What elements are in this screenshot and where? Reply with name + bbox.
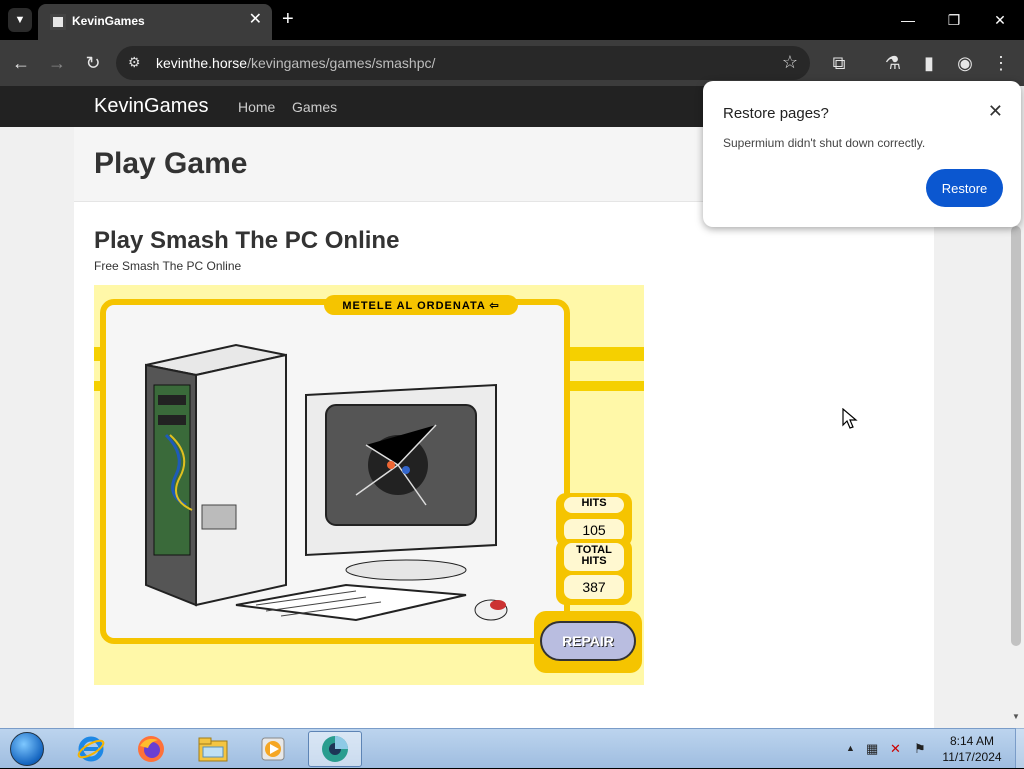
clock-time[interactable]: 8:14 AM	[936, 734, 1008, 748]
restore-pages-dialog: Restore pages? ✕ Supermium didn't shut d…	[703, 81, 1021, 227]
total-hits-value: 387	[564, 575, 624, 599]
close-window-button[interactable]: ✕	[988, 8, 1012, 32]
tab-strip: ▼ KevinGames ✕ + — ❐ ✕	[0, 0, 1024, 40]
smashed-pc-illustration[interactable]	[106, 305, 564, 638]
repair-button[interactable]: REPAIR	[534, 611, 642, 673]
hits-value: 105	[564, 519, 624, 541]
game-frame	[100, 299, 570, 644]
menu-kebab-icon[interactable]: ⋮	[990, 52, 1012, 74]
tab-close-icon[interactable]: ✕	[249, 12, 262, 28]
new-tab-button[interactable]: +	[282, 8, 294, 30]
show-hidden-icons-chevron-icon[interactable]: ▲	[846, 743, 855, 753]
game-title: Play Smash The PC Online	[94, 227, 400, 254]
chevron-down-icon: ▼	[14, 14, 26, 26]
wrench-icon: REPAIR	[540, 621, 636, 661]
game-subtitle: Free Smash The PC Online	[94, 259, 242, 273]
start-button[interactable]	[6, 729, 48, 769]
total-hits-label-line2: HITS	[581, 555, 607, 567]
show-desktop-button[interactable]	[1015, 728, 1024, 768]
back-arrow-icon[interactable]: ←	[10, 52, 32, 74]
extensions-icon[interactable]: ⧉	[828, 52, 850, 74]
total-hits-label: TOTAL HITS	[564, 543, 624, 571]
tab-search-button[interactable]: ▼	[8, 8, 32, 32]
minimize-button[interactable]: —	[896, 8, 920, 32]
firefox-icon	[138, 736, 164, 762]
supermium-icon	[322, 736, 348, 762]
page-title: Play Game	[94, 147, 248, 180]
hits-label: HITS	[564, 497, 624, 513]
repair-label: REPAIR	[562, 633, 614, 649]
scroll-thumb[interactable]	[1011, 226, 1021, 646]
dialog-close-icon[interactable]: ✕	[988, 101, 1003, 122]
site-brand[interactable]: KevinGames	[94, 95, 209, 118]
nav-home-link[interactable]: Home	[238, 99, 275, 115]
url-text[interactable]: kevinthe.horse/kevingames/games/smashpc/	[156, 55, 435, 71]
taskbar-app-media-player[interactable]	[246, 731, 300, 767]
network-icon[interactable]: ▦	[866, 741, 878, 757]
taskbar-app-internet-explorer[interactable]	[64, 731, 118, 767]
restore-button[interactable]: Restore	[926, 169, 1003, 207]
internet-explorer-icon	[77, 736, 105, 762]
site-favicon-icon	[50, 14, 66, 30]
side-panel-icon[interactable]: ▮	[918, 52, 940, 74]
browser-toolbar: ← → ↻ ⚙ kevinthe.horse/kevingames/games/…	[0, 40, 1024, 86]
volume-muted-icon[interactable]: ✕	[890, 741, 901, 757]
taskbar-app-file-explorer[interactable]	[186, 731, 240, 767]
tab-title: KevinGames	[72, 14, 145, 28]
dialog-title: Restore pages?	[723, 105, 829, 122]
bookmark-star-icon[interactable]: ☆	[782, 52, 798, 73]
nav-games-link[interactable]: Games	[292, 99, 337, 115]
action-center-flag-icon[interactable]: ⚑	[914, 741, 926, 757]
game-canvas[interactable]: METELE AL ORDENATA ⇦ HITS 105 TOTAL HITS…	[94, 285, 644, 685]
clock-date[interactable]: 11/17/2024	[936, 750, 1008, 764]
address-bar[interactable]: ⚙ kevinthe.horse/kevingames/games/smashp…	[116, 46, 810, 80]
start-orb	[10, 732, 44, 766]
taskbar-app-firefox[interactable]	[124, 731, 178, 767]
mouse-cursor-icon	[842, 408, 858, 429]
system-tray: ▲ ▦ ✕ ⚑ 8:14 AM 11/17/2024	[840, 729, 1024, 769]
total-hits-counter: TOTAL HITS 387	[556, 539, 632, 605]
labs-flask-icon[interactable]: ⚗	[882, 52, 904, 74]
windows-taskbar: ▲ ▦ ✕ ⚑ 8:14 AM 11/17/2024	[0, 728, 1024, 768]
taskbar-app-supermium[interactable]	[308, 731, 362, 767]
scroll-down-icon[interactable]: ▼	[1012, 712, 1020, 721]
browser-tab[interactable]: KevinGames ✕	[38, 4, 272, 40]
profile-avatar-icon[interactable]: ◉	[954, 52, 976, 74]
url-host: kevinthe.horse	[156, 55, 248, 71]
dialog-message: Supermium didn't shut down correctly.	[723, 136, 926, 150]
forward-arrow-icon[interactable]: →	[46, 52, 68, 74]
file-explorer-icon	[198, 737, 228, 762]
restore-window-button[interactable]: ❐	[942, 8, 966, 32]
site-info-icon[interactable]: ⚙	[128, 54, 141, 71]
media-player-icon	[261, 737, 285, 761]
url-path: /kevingames/games/smashpc/	[247, 55, 436, 71]
reload-icon[interactable]: ↻	[82, 52, 104, 74]
game-banner: METELE AL ORDENATA ⇦	[324, 295, 518, 315]
